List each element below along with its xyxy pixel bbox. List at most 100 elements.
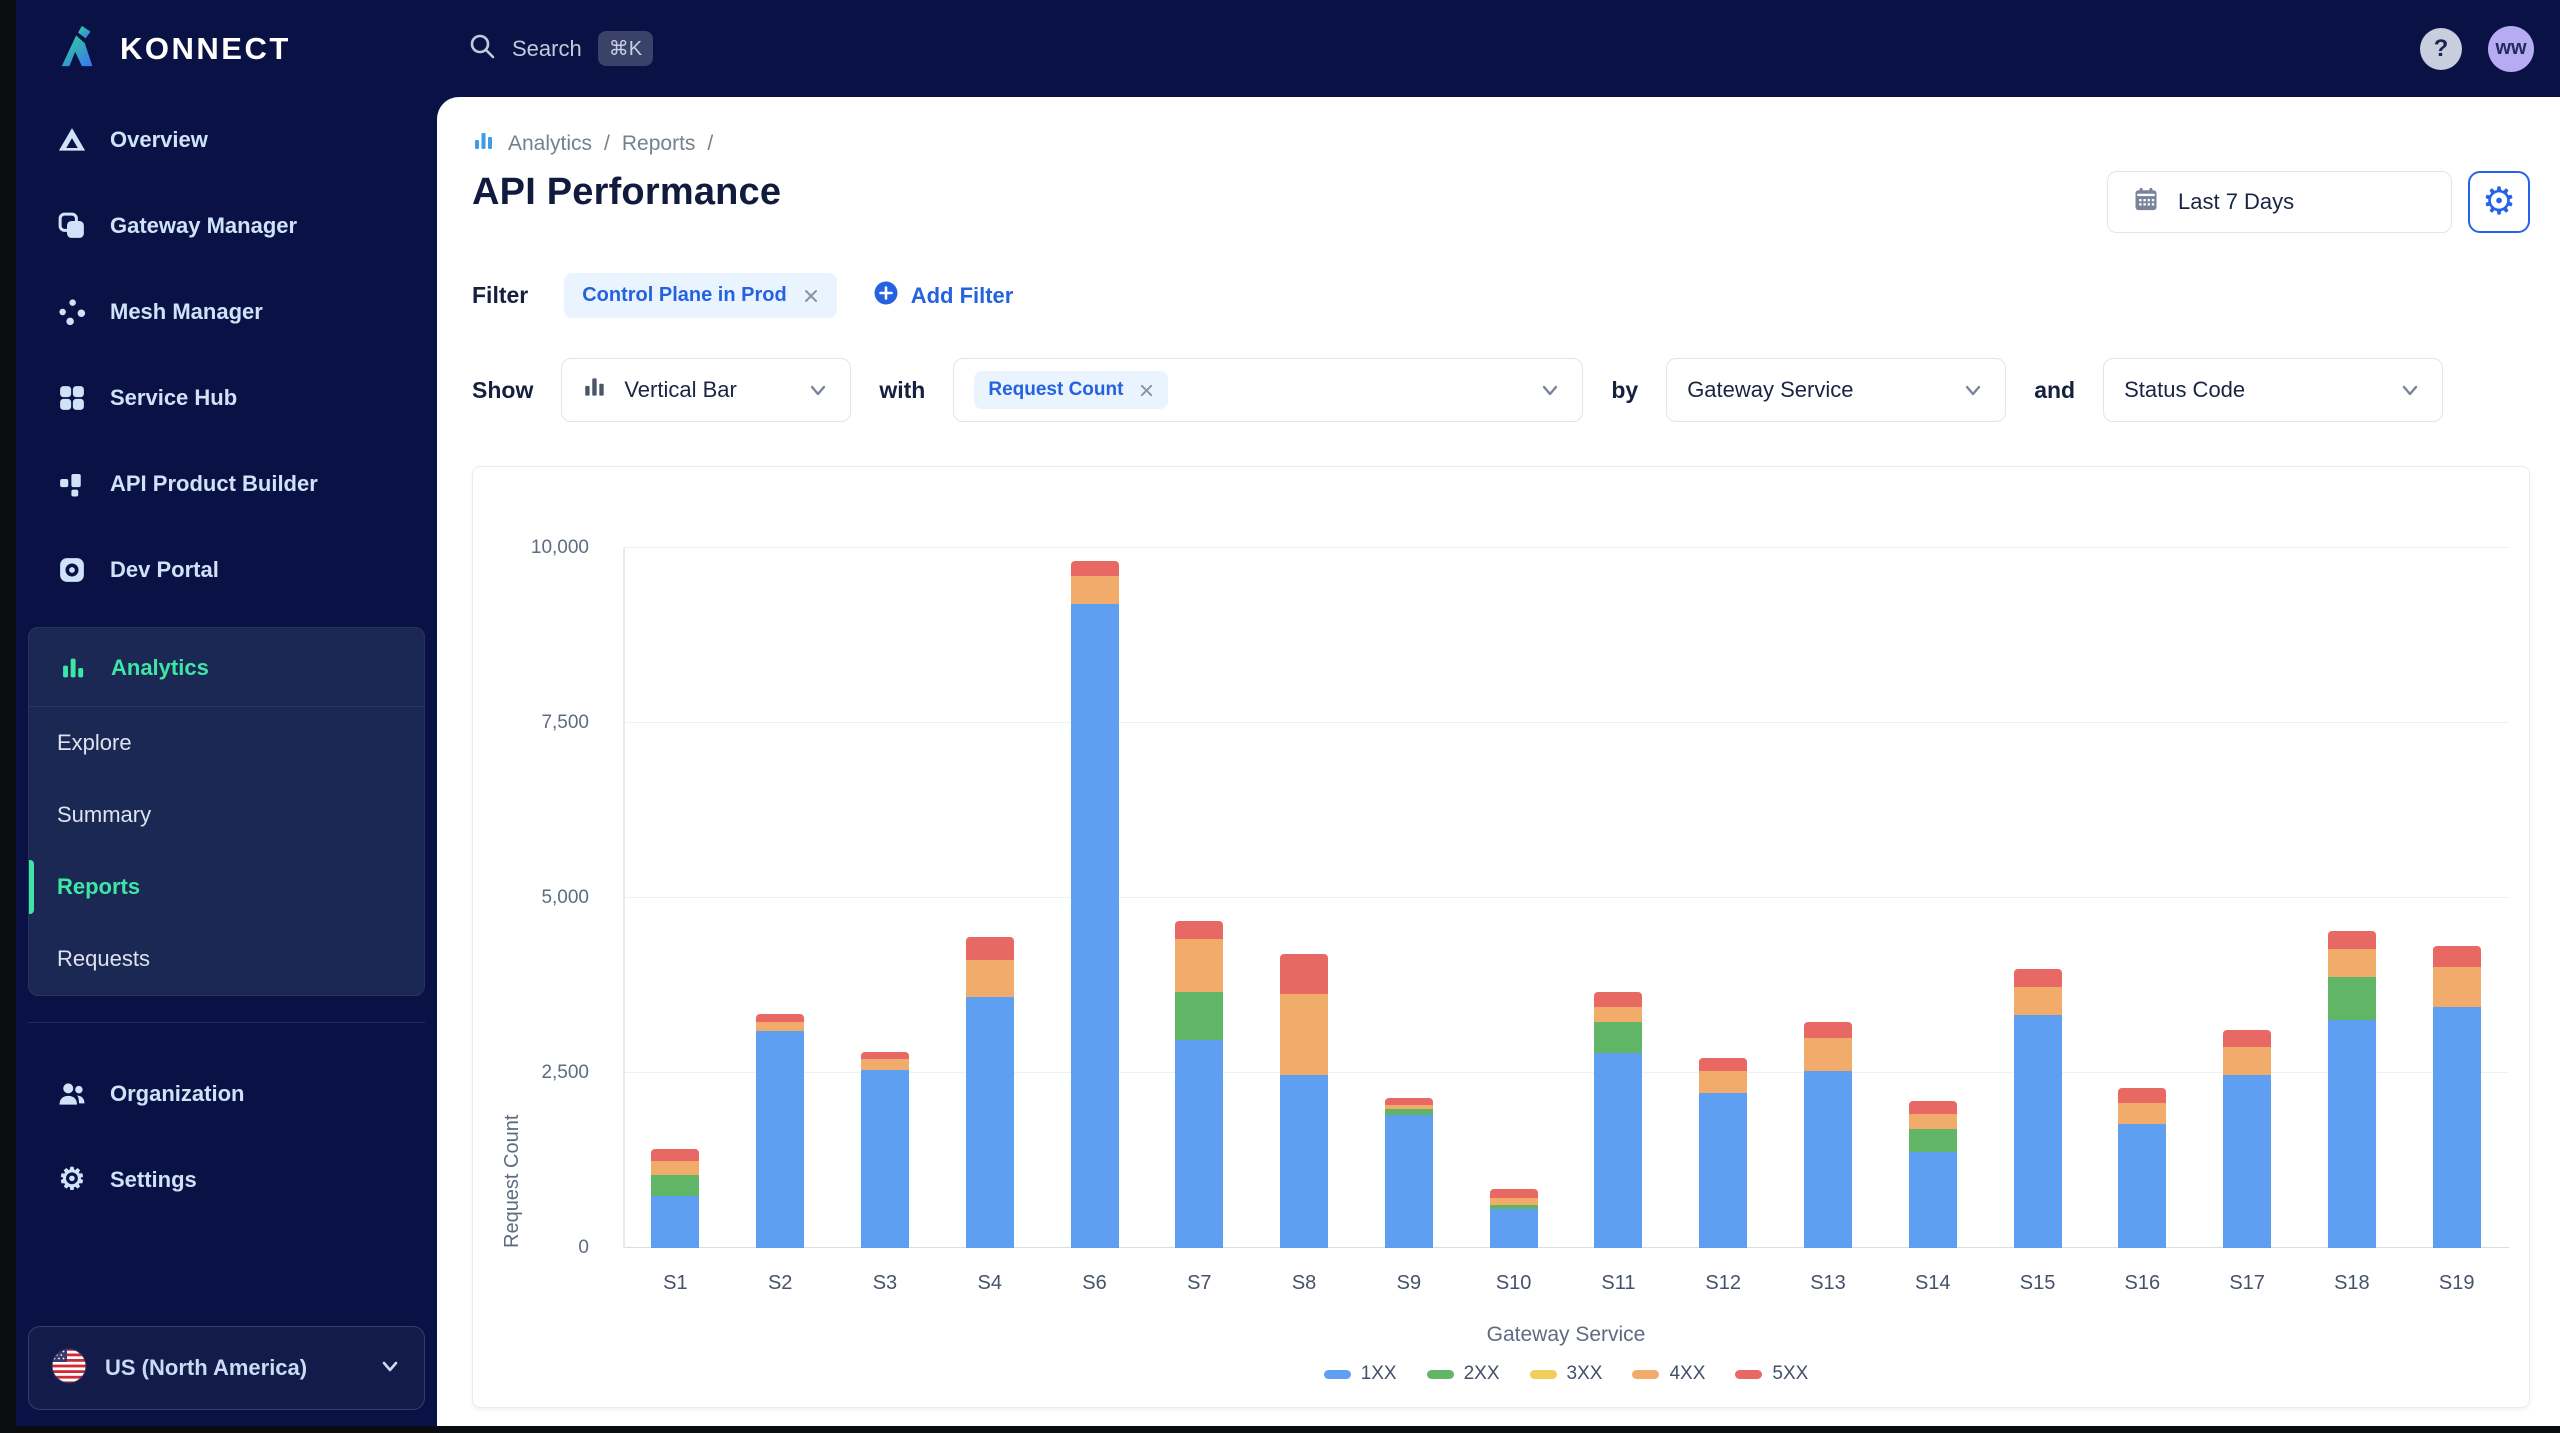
legend-item-1XX[interactable]: 1XX [1323, 1363, 1397, 1385]
segment-4XX-S19 [2432, 966, 2481, 1008]
region-selector[interactable]: US (North America) [28, 1326, 425, 1410]
konnect-app: KONNECT Search ⌘K ? ww Overview Gateway … [0, 0, 2560, 1433]
stacked-bar-S3[interactable] [860, 548, 909, 1248]
stacked-bar-S7[interactable] [1175, 548, 1224, 1248]
add-filter-button[interactable]: Add Filter [873, 280, 1013, 312]
x-tick-label-S3: S3 [872, 1272, 898, 1294]
date-range-button[interactable]: Last 7 Days [2107, 171, 2452, 233]
sidebar-item-requests[interactable]: Requests [29, 923, 424, 995]
konnect-logo-icon [56, 23, 102, 74]
sidebar-item-settings[interactable]: ⚙ Settings [16, 1137, 437, 1223]
stacked-bar-S17[interactable] [2223, 548, 2272, 1248]
stacked-bar-S8[interactable] [1280, 548, 1329, 1248]
calendar-icon [2132, 185, 2160, 219]
stacked-bar-S11[interactable] [1594, 548, 1643, 1248]
filter-label: Filter [472, 282, 529, 308]
sidebar-item-explore[interactable]: Explore [29, 707, 424, 779]
segment-2XX-S1 [651, 1174, 700, 1196]
segment-2XX-S14 [1908, 1129, 1957, 1152]
chevron-down-icon [1538, 378, 1562, 402]
segment-4XX-S16 [2118, 1103, 2167, 1124]
legend-item-4XX[interactable]: 4XX [1632, 1363, 1705, 1385]
segment-1XX-S4 [965, 996, 1014, 1248]
stacked-bar-S18[interactable] [2327, 548, 2376, 1248]
breadcrumb-reports[interactable]: Reports [622, 132, 696, 156]
segment-5XX-S2 [756, 1014, 805, 1022]
date-range-label: Last 7 Days [2178, 189, 2295, 214]
stacked-bar-S1[interactable] [651, 548, 700, 1248]
sidebar-item-overview[interactable]: Overview [16, 97, 437, 183]
plot-area: S1 S2 S3 S4 S6 S7 S8 S9 S10 S11 S12 S13 S14 S15 S16 S17… [623, 546, 2509, 1294]
filter-chip-control-plane[interactable]: Control Plane in Prod [564, 273, 837, 318]
legend-swatch [1632, 1369, 1660, 1379]
global-search[interactable]: Search ⌘K [468, 0, 654, 97]
metric-chip[interactable]: Request Count [974, 371, 1169, 409]
sidebar-item-dev-portal[interactable]: Dev Portal [16, 527, 437, 613]
sidebar-item-mesh-manager[interactable]: Mesh Manager [16, 269, 437, 355]
legend-swatch [1323, 1369, 1351, 1379]
metric-select[interactable]: Request Count [953, 358, 1584, 422]
help-button[interactable]: ? [2420, 27, 2462, 70]
stacked-bar-S14[interactable] [1908, 548, 1957, 1248]
segment-5XX-S8 [1280, 953, 1329, 995]
segment-4XX-S12 [1699, 1070, 1748, 1094]
sidebar-item-summary[interactable]: Summary [29, 779, 424, 851]
brand-name: KONNECT [120, 30, 291, 66]
segment-5XX-S3 [860, 1052, 909, 1060]
bar-column-S19: S19 [2404, 548, 2509, 1294]
breadcrumb-analytics[interactable]: Analytics [508, 132, 592, 156]
sidebar-item-organization[interactable]: Organization [16, 1051, 437, 1137]
brand[interactable]: KONNECT [56, 0, 291, 97]
then-by-select[interactable]: Status Code [2103, 358, 2444, 422]
by-label: by [1611, 376, 1639, 403]
stacked-bar-S16[interactable] [2118, 548, 2167, 1248]
stacked-bar-S4[interactable] [965, 548, 1014, 1248]
sidebar: Overview Gateway Manager Mesh Manager Se… [16, 97, 437, 1426]
stacked-bar-S6[interactable] [1070, 548, 1119, 1248]
segment-5XX-S12 [1699, 1057, 1748, 1071]
stacked-bar-S13[interactable] [1803, 548, 1852, 1248]
segment-4XX-S2 [756, 1021, 805, 1031]
group-by-select[interactable]: Gateway Service [1666, 358, 2007, 422]
remove-filter-icon[interactable] [803, 288, 819, 304]
stacked-bar-S12[interactable] [1699, 548, 1748, 1248]
remove-metric-icon[interactable] [1139, 383, 1154, 398]
report-settings-button[interactable]: ⚙ [2468, 171, 2530, 233]
legend-swatch [1735, 1369, 1763, 1379]
user-avatar[interactable]: ww [2488, 25, 2534, 72]
sidebar-item-label: Mesh Manager [110, 299, 263, 324]
breadcrumb: Analytics / Reports / [472, 129, 2530, 159]
bar-column-S2: S2 [728, 548, 833, 1294]
sidebar-item-analytics[interactable]: Analytics [29, 628, 424, 707]
segment-1XX-S2 [756, 1031, 805, 1248]
chart-type-select[interactable]: Vertical Bar [561, 358, 852, 422]
sidebar-item-api-product-builder[interactable]: API Product Builder [16, 441, 437, 527]
segment-5XX-S15 [2013, 969, 2062, 987]
stacked-bar-S10[interactable] [1489, 548, 1538, 1248]
group-by-value: Gateway Service [1687, 377, 1854, 402]
stacked-bar-S2[interactable] [756, 548, 805, 1248]
sidebar-footer: Organization ⚙ Settings [16, 1051, 437, 1223]
segment-1XX-S6 [1070, 604, 1119, 1248]
stacked-bar-S15[interactable] [2013, 548, 2062, 1248]
y-tick-label: 0 [578, 1237, 589, 1258]
stacked-bar-S19[interactable] [2432, 548, 2481, 1248]
segment-1XX-S13 [1803, 1070, 1852, 1248]
sidebar-item-reports[interactable]: Reports [29, 851, 424, 923]
x-tick-label-S1: S1 [663, 1272, 688, 1294]
segment-5XX-S18 [2327, 930, 2376, 949]
stacked-bar-S9[interactable] [1384, 548, 1433, 1248]
legend-item-2XX[interactable]: 2XX [1426, 1363, 1500, 1385]
sub-item-label: Summary [57, 802, 152, 827]
sidebar-item-label: Settings [110, 1167, 197, 1192]
chevron-down-icon [378, 1354, 402, 1383]
metric-chip-label: Request Count [988, 379, 1124, 400]
y-tick-label: 10,000 [530, 537, 589, 558]
sidebar-item-service-hub[interactable]: Service Hub [16, 355, 437, 441]
dev-portal-icon [56, 555, 88, 585]
segment-2XX-S11 [1594, 1022, 1643, 1053]
bar-column-S12: S12 [1671, 548, 1776, 1294]
sidebar-item-gateway-manager[interactable]: Gateway Manager [16, 183, 437, 269]
legend-item-5XX[interactable]: 5XX [1735, 1363, 1808, 1385]
legend-item-3XX[interactable]: 3XX [1529, 1363, 1602, 1385]
